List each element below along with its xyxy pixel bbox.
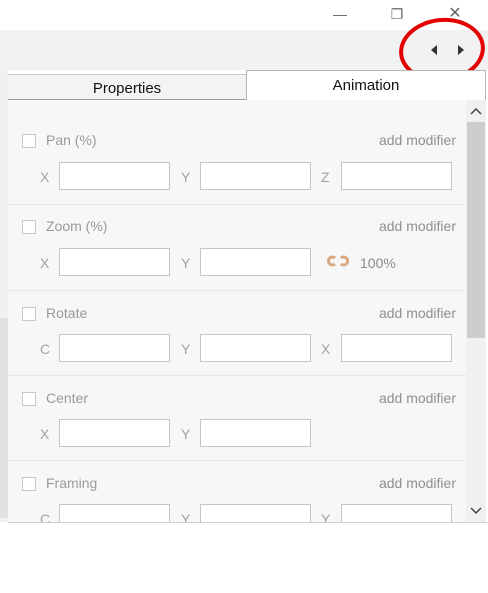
zoom-add-modifier[interactable]: add modifier xyxy=(379,218,456,234)
framing-label: Framing xyxy=(46,475,98,491)
center-row: Center add modifier X Y xyxy=(8,376,466,461)
zoom-y-input[interactable] xyxy=(200,248,311,276)
center-checkbox[interactable] xyxy=(22,392,36,406)
pan-x-input[interactable] xyxy=(59,162,170,190)
framing-checkbox[interactable] xyxy=(22,477,36,491)
rotate-checkbox[interactable] xyxy=(22,307,36,321)
tab-animation[interactable]: Animation xyxy=(246,70,486,100)
bottom-area xyxy=(8,522,488,593)
pan-add-modifier[interactable]: add modifier xyxy=(379,132,456,148)
center-label: Center xyxy=(46,390,89,406)
center-x-input[interactable] xyxy=(59,419,170,447)
tab-bar: Properties Animation xyxy=(8,70,486,100)
center-add-modifier[interactable]: add modifier xyxy=(379,390,456,406)
framing-y-input[interactable] xyxy=(200,504,311,522)
zoom-row: Zoom (%) add modifier X Y 100% xyxy=(8,205,466,291)
tab-properties[interactable]: Properties xyxy=(8,74,246,100)
framing-y2-label: Y xyxy=(321,511,331,522)
pan-z-input[interactable] xyxy=(341,162,452,190)
rotate-y-label: Y xyxy=(181,341,191,357)
scroll-thumb[interactable] xyxy=(467,122,485,338)
pan-z-label: Z xyxy=(321,169,330,185)
zoom-label: Zoom (%) xyxy=(46,218,108,234)
pan-x-label: X xyxy=(40,169,50,185)
center-x-label: X xyxy=(40,426,50,442)
framing-y-label: Y xyxy=(181,511,191,522)
scroll-down-icon[interactable] xyxy=(466,504,486,518)
pan-y-label: Y xyxy=(181,169,191,185)
framing-add-modifier[interactable]: add modifier xyxy=(379,475,456,491)
pan-row: Pan (%) add modifier X Y Z xyxy=(8,100,466,205)
zoom-percent: 100% xyxy=(360,255,396,271)
rotate-c-input[interactable] xyxy=(59,334,170,362)
framing-row: Framing add modifier C Y Y xyxy=(8,461,466,522)
center-y-label: Y xyxy=(181,426,191,442)
rotate-x-label: X xyxy=(321,341,331,357)
zoom-x-label: X xyxy=(40,255,50,271)
left-panel-edge xyxy=(0,70,8,522)
zoom-checkbox[interactable] xyxy=(22,220,36,234)
pan-checkbox[interactable] xyxy=(22,134,36,148)
rotate-y-input[interactable] xyxy=(200,334,311,362)
animation-panel: Pan (%) add modifier X Y Z Zoom (%) add … xyxy=(8,100,468,522)
restore-button[interactable]: ❐ xyxy=(385,4,409,24)
rotate-x-input[interactable] xyxy=(341,334,452,362)
pan-y-input[interactable] xyxy=(200,162,311,190)
rotate-c-label: C xyxy=(40,341,51,357)
framing-c-label: C xyxy=(40,511,51,522)
panel-scrollbar[interactable] xyxy=(466,100,486,522)
zoom-x-input[interactable] xyxy=(59,248,170,276)
rotate-label: Rotate xyxy=(46,305,88,321)
pan-label: Pan (%) xyxy=(46,132,97,148)
minimize-button[interactable]: — xyxy=(328,4,352,24)
framing-y2-input[interactable] xyxy=(341,504,452,522)
rotate-add-modifier[interactable]: add modifier xyxy=(379,305,456,321)
rotate-row: Rotate add modifier C Y X xyxy=(8,291,466,376)
framing-c-input[interactable] xyxy=(59,504,170,522)
scroll-up-icon[interactable] xyxy=(466,104,486,118)
link-icon[interactable] xyxy=(326,255,350,267)
center-y-input[interactable] xyxy=(200,419,311,447)
zoom-y-label: Y xyxy=(181,255,191,271)
